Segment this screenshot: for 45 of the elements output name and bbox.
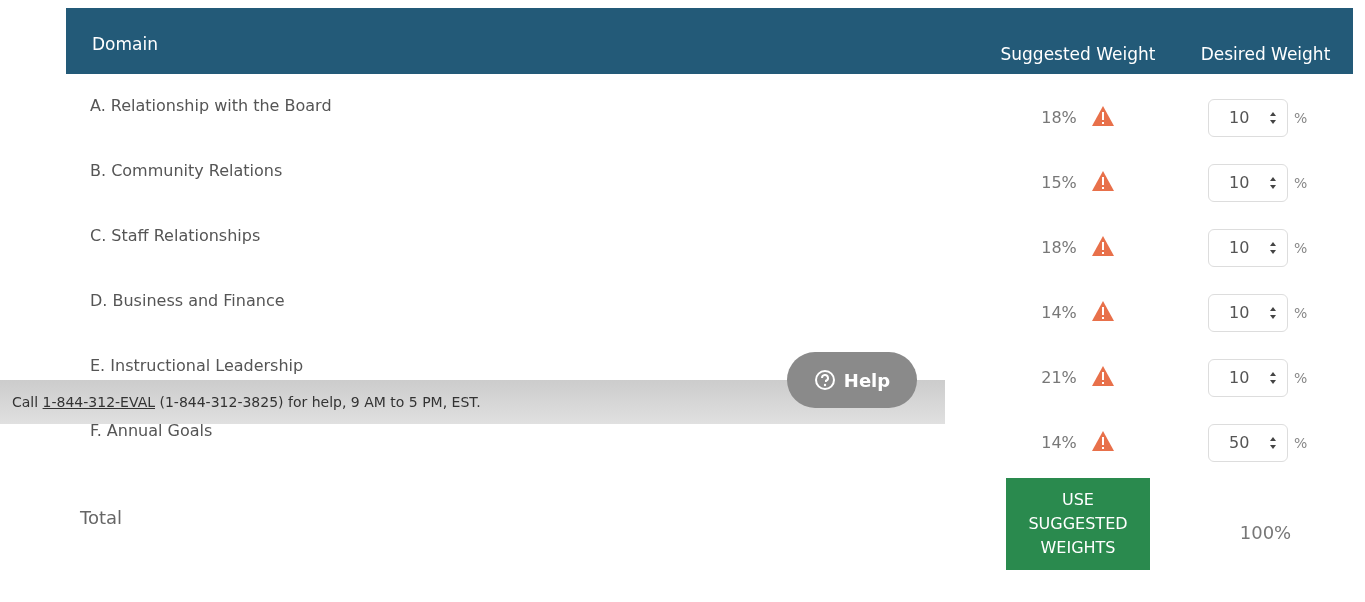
warning-icon xyxy=(1090,364,1115,387)
weight-input[interactable]: 10 xyxy=(1208,228,1288,267)
domain-label: A. Relationship with the Board xyxy=(90,96,332,115)
domain-label: E. Instructional Leadership xyxy=(90,356,304,375)
domain-label: F. Annual Goals xyxy=(90,421,213,440)
column-header: Domain xyxy=(92,34,158,54)
warning-icon xyxy=(1090,104,1115,127)
warning-icon xyxy=(1090,169,1115,192)
percent-unit: % xyxy=(1294,369,1308,386)
domain-label: C. Staff Relationships xyxy=(90,226,261,245)
total-label: Total xyxy=(80,506,123,528)
help-icon xyxy=(813,369,836,391)
phone-link[interactable]: 1-844-312-EVAL xyxy=(42,394,155,410)
suggested-weight: 18% xyxy=(1041,238,1077,257)
weight-input[interactable]: 50 xyxy=(1208,423,1288,462)
suggested-weight: 14% xyxy=(1041,303,1077,322)
spinner-arrows-icon[interactable] xyxy=(1269,110,1277,125)
percent-unit: % xyxy=(1294,174,1308,191)
weight-input[interactable]: 10 xyxy=(1208,163,1288,202)
column-header: Suggested Weight xyxy=(1000,44,1156,64)
weight-input[interactable]: 10 xyxy=(1208,98,1288,137)
help-text: Call 1-844-312-EVAL (1-844-312-3825) for help, 9 AM to 5 PM, EST. xyxy=(12,394,481,410)
percent-unit: % xyxy=(1294,434,1308,451)
warning-icon xyxy=(1090,429,1115,452)
domain-label: D. Business and Finance xyxy=(90,291,285,310)
percent-unit: % xyxy=(1294,239,1308,256)
domain-label: B. Community Relations xyxy=(90,161,283,180)
weight-input[interactable]: 10 xyxy=(1208,358,1288,397)
use-suggested-weights-button[interactable]: USE SUGGESTED WEIGHTS xyxy=(1006,478,1150,570)
suggested-weight: 21% xyxy=(1041,368,1077,387)
spinner-arrows-icon[interactable] xyxy=(1269,435,1277,450)
spinner-arrows-icon[interactable] xyxy=(1269,240,1277,255)
weight-input[interactable]: 10 xyxy=(1208,293,1288,332)
spinner-arrows-icon[interactable] xyxy=(1269,175,1277,190)
warning-icon xyxy=(1090,234,1115,257)
column-header: Desired Weight xyxy=(1200,44,1331,64)
total-value: 100% xyxy=(1239,521,1292,543)
suggested-weight: 14% xyxy=(1041,433,1077,452)
percent-unit: % xyxy=(1294,304,1308,321)
warning-icon xyxy=(1090,299,1115,322)
suggested-weight: 18% xyxy=(1041,108,1077,127)
percent-unit: % xyxy=(1294,109,1308,126)
spinner-arrows-icon[interactable] xyxy=(1269,305,1277,320)
spinner-arrows-icon[interactable] xyxy=(1269,370,1277,385)
suggested-weight: 15% xyxy=(1041,173,1077,192)
